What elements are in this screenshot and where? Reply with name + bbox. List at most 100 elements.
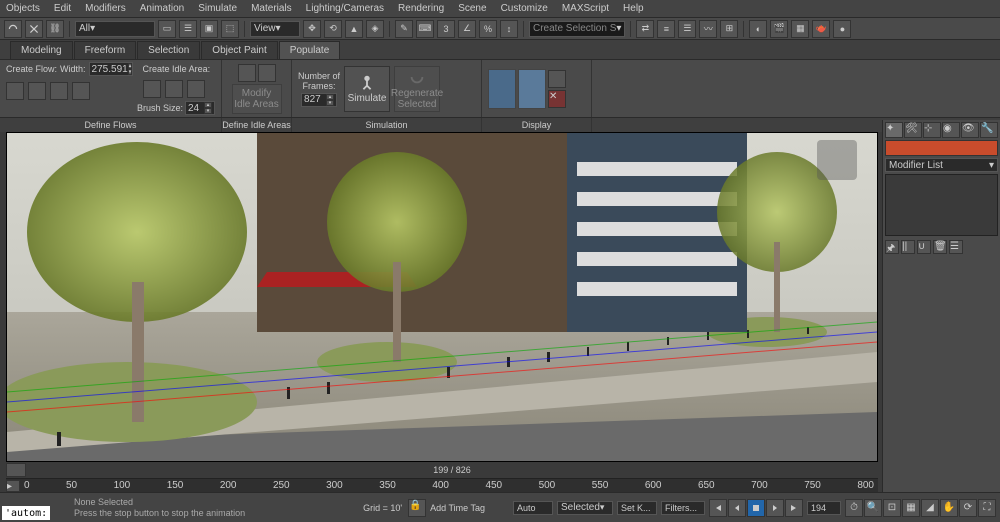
zoom-all-icon[interactable]: ⊡ <box>883 499 901 517</box>
time-slider[interactable]: 199 / 826 <box>6 462 878 478</box>
select-name-icon[interactable]: ☰ <box>179 20 197 38</box>
tab-selection[interactable]: Selection <box>137 41 200 59</box>
maxscript-listener[interactable]: 'autom: <box>2 506 50 520</box>
bind-icon[interactable]: ⛓ <box>46 20 64 38</box>
menu-help[interactable]: Help <box>623 3 644 14</box>
menu-materials[interactable]: Materials <box>251 3 292 14</box>
orbit-icon[interactable]: ⟳ <box>959 499 977 517</box>
add-time-tag[interactable]: Add Time Tag <box>430 503 485 513</box>
snap-icon[interactable]: 3 <box>437 20 455 38</box>
create-panel-tab-icon[interactable]: ✦ <box>885 122 903 138</box>
lock-icon[interactable]: 🔒 <box>408 499 426 517</box>
motion-panel-tab-icon[interactable]: ◉ <box>942 122 960 138</box>
schematic-icon[interactable]: ⊞ <box>720 20 738 38</box>
menu-lighting[interactable]: Lighting/Cameras <box>306 3 384 14</box>
menu-modifiers[interactable]: Modifiers <box>85 3 126 14</box>
ref-coord-icon[interactable]: ◈ <box>366 20 384 38</box>
brush-size-spinner[interactable]: 24▴▾ <box>185 101 215 115</box>
display-delete-icon[interactable]: ✕ <box>548 90 566 108</box>
curve-editor-icon[interactable]: 〰 <box>699 20 717 38</box>
tab-modeling[interactable]: Modeling <box>10 41 73 59</box>
scale-icon[interactable]: ▲ <box>345 20 363 38</box>
display-opt-1-icon[interactable] <box>548 70 566 88</box>
simulate-button[interactable]: Simulate <box>344 66 390 112</box>
spinner-snap-icon[interactable]: ↕ <box>500 20 518 38</box>
menu-edit[interactable]: Edit <box>54 3 71 14</box>
named-selection-combo[interactable]: Create Selection S▾ <box>529 21 625 37</box>
play-stop-icon[interactable] <box>747 499 765 517</box>
maximize-viewport-icon[interactable]: ⛶ <box>978 499 996 517</box>
configure-icon[interactable]: ☰ <box>949 240 963 254</box>
angle-snap-icon[interactable]: ∠ <box>458 20 476 38</box>
select-icon[interactable]: ▭ <box>158 20 176 38</box>
align-icon[interactable]: ≡ <box>657 20 675 38</box>
link-icon[interactable] <box>4 20 22 38</box>
fov-icon[interactable]: ◢ <box>921 499 939 517</box>
window-crossing-icon[interactable]: ⬚ <box>221 20 239 38</box>
key-filters-button[interactable]: Filters... <box>661 501 705 515</box>
remove-mod-icon[interactable]: 🗑 <box>933 240 947 254</box>
goto-start-icon[interactable] <box>709 499 727 517</box>
tab-freeform[interactable]: Freeform <box>74 41 137 59</box>
current-frame-field[interactable]: 194 <box>807 501 841 515</box>
pan-icon[interactable]: ✋ <box>940 499 958 517</box>
regenerate-button[interactable]: Regenerate Selected <box>394 66 440 112</box>
show-end-icon[interactable]: || <box>901 240 915 254</box>
track-bar[interactable]: ▸ 050100 150200250 300350400 450500550 6… <box>6 478 878 492</box>
render-setup-icon[interactable]: 🎬 <box>770 20 788 38</box>
width-spinner[interactable]: 275.591▴▾ <box>89 62 133 76</box>
selection-filter-combo[interactable]: All▾ <box>75 21 155 37</box>
menu-maxscript[interactable]: MAXScript <box>562 3 609 14</box>
modify-idle-areas-button[interactable]: Modify Idle Areas <box>232 84 282 114</box>
group-title-idle[interactable]: Define Idle Areas ▾ <box>222 118 292 132</box>
tab-objectpaint[interactable]: Object Paint <box>201 41 277 59</box>
idle-tool-2-icon[interactable] <box>165 80 183 98</box>
material-editor-icon[interactable]: ◐ <box>749 20 767 38</box>
render-icon[interactable]: 🫖 <box>812 20 830 38</box>
trackbar-toggle-icon[interactable]: ▸ <box>6 480 20 492</box>
time-config-icon[interactable]: ⏱ <box>845 499 863 517</box>
prev-frame-icon[interactable] <box>728 499 746 517</box>
select-region-icon[interactable]: ▣ <box>200 20 218 38</box>
rotate-icon[interactable]: ⟲ <box>324 20 342 38</box>
layer-icon[interactable]: ☰ <box>678 20 696 38</box>
display-panel-tab-icon[interactable]: 👁 <box>961 122 979 138</box>
idle-tool-1-icon[interactable] <box>143 80 161 98</box>
modifier-stack[interactable] <box>885 174 998 236</box>
percent-snap-icon[interactable]: % <box>479 20 497 38</box>
tab-populate[interactable]: Populate <box>279 41 340 59</box>
key-mode-combo[interactable]: Selected ▾ <box>557 501 613 515</box>
menu-animation[interactable]: Animation <box>140 3 184 14</box>
display-stick-icon[interactable] <box>518 69 546 109</box>
menu-scene[interactable]: Scene <box>458 3 486 14</box>
time-slider-thumb[interactable] <box>6 463 26 477</box>
hierarchy-panel-tab-icon[interactable]: ⊹ <box>923 122 941 138</box>
flow-tool-4-icon[interactable] <box>72 82 90 100</box>
modify-panel-tab-icon[interactable]: 🛠 <box>904 122 922 138</box>
unlink-icon[interactable] <box>25 20 43 38</box>
autokey-button[interactable]: Auto <box>513 501 553 515</box>
next-frame-icon[interactable] <box>766 499 784 517</box>
make-unique-icon[interactable]: ∪ <box>917 240 931 254</box>
render-prod-icon[interactable]: ● <box>833 20 851 38</box>
flow-tool-1-icon[interactable] <box>6 82 24 100</box>
pin-stack-icon[interactable]: 🖈 <box>885 240 899 254</box>
mirror-icon[interactable]: ⇄ <box>636 20 654 38</box>
menu-rendering[interactable]: Rendering <box>398 3 444 14</box>
object-color-swatch[interactable] <box>885 140 998 156</box>
setkey-button[interactable]: Set K... <box>617 501 657 515</box>
modifier-list-dropdown[interactable]: Modifier List▾ <box>885 158 998 172</box>
render-frame-icon[interactable]: ▦ <box>791 20 809 38</box>
manipulate-icon[interactable]: ✎ <box>395 20 413 38</box>
flow-tool-3-icon[interactable] <box>50 82 68 100</box>
zoom-icon[interactable]: 🔍 <box>864 499 882 517</box>
display-realistic-icon[interactable] <box>488 69 516 109</box>
move-icon[interactable]: ✥ <box>303 20 321 38</box>
idle-shape-1-icon[interactable] <box>238 64 256 82</box>
keyboard-icon[interactable]: ⌨ <box>416 20 434 38</box>
frames-spinner[interactable]: 827▴▾ <box>301 93 337 107</box>
menu-customize[interactable]: Customize <box>501 3 548 14</box>
goto-end-icon[interactable] <box>785 499 803 517</box>
viewport[interactable] <box>6 132 878 462</box>
coord-system-combo[interactable]: View▾ <box>250 21 300 37</box>
